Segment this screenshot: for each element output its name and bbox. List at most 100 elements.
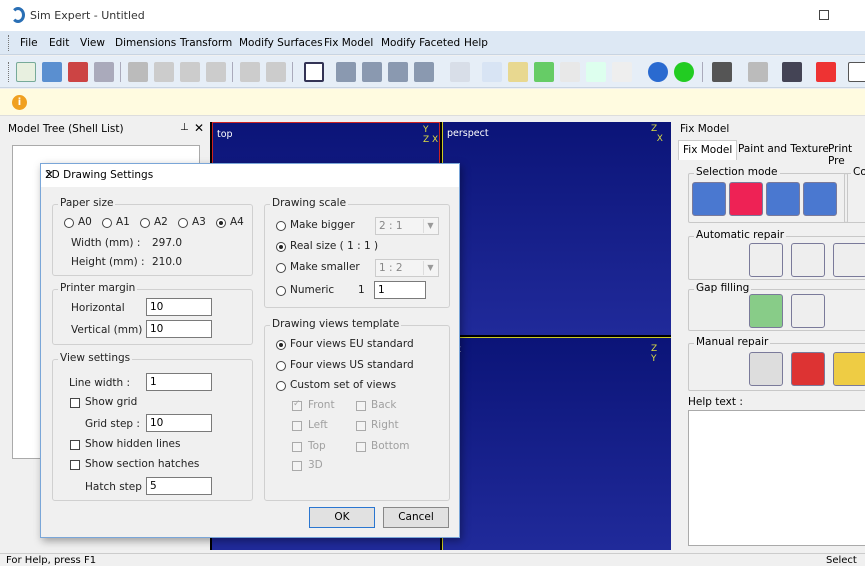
pan-icon[interactable] (482, 62, 502, 82)
redo-icon[interactable] (266, 62, 286, 82)
tab-print-prep[interactable]: Print Pre (824, 140, 865, 167)
grid-step-input[interactable]: 10 (146, 414, 212, 432)
save-icon[interactable] (94, 62, 114, 82)
repair-edges-icon[interactable] (833, 243, 865, 277)
radio-a4[interactable] (216, 218, 226, 228)
smaller-scale-value: 1 : 2 (379, 262, 403, 274)
radio-four-views-eu[interactable] (276, 340, 286, 350)
vertical-margin-input[interactable]: 10 (146, 320, 212, 338)
solid-sphere-icon[interactable] (674, 62, 694, 82)
viewport-perspective[interactable]: perspect Z X (442, 122, 671, 335)
horizontal-margin-input[interactable]: 10 (146, 298, 212, 316)
four-views-icon[interactable] (304, 62, 324, 82)
hex-icon[interactable] (782, 62, 802, 82)
zoom-fit-icon[interactable] (534, 62, 554, 82)
pin-icon[interactable]: ⊥ (180, 122, 189, 133)
top-label: Top (308, 440, 326, 452)
menu-view[interactable]: View (80, 37, 105, 49)
trash-icon[interactable] (749, 352, 783, 386)
radio-four-views-us[interactable] (276, 361, 286, 371)
view-side-icon[interactable] (362, 62, 382, 82)
viewport-side[interactable]: t ZY (442, 337, 671, 550)
menu-fix-model[interactable]: Fix Model (324, 37, 373, 49)
repair-green-cube-icon[interactable] (791, 243, 825, 277)
select-shell-icon[interactable] (803, 182, 837, 216)
cancel-button[interactable]: Cancel (383, 507, 449, 528)
undo-icon[interactable] (240, 62, 260, 82)
paste-icon[interactable] (180, 62, 200, 82)
menu-transform[interactable]: Transform (180, 37, 232, 49)
line-width-label: Line width : (69, 377, 131, 389)
radio-real-size[interactable] (276, 242, 286, 252)
tab-fix-model[interactable]: Fix Model (678, 140, 738, 160)
menu-modify-surfaces[interactable]: Modify Surfaces (239, 37, 323, 49)
view-iso-icon[interactable] (414, 62, 434, 82)
eye-icon[interactable] (450, 62, 470, 82)
view-top-icon[interactable] (388, 62, 408, 82)
hatch-step-input[interactable]: 5 (146, 477, 212, 495)
radio-a3[interactable] (178, 218, 188, 228)
menu-edit[interactable]: Edit (49, 37, 69, 49)
viewport-label: top (217, 129, 233, 140)
zoom-icon[interactable] (560, 62, 580, 82)
gap-fill-icon[interactable] (749, 294, 783, 328)
label-a1: A1 (116, 216, 130, 228)
status-bar: For Help, press F1 Select (0, 553, 865, 566)
ok-button[interactable]: OK (309, 507, 375, 528)
add-triangle-icon[interactable] (791, 352, 825, 386)
3d-checkbox[interactable] (292, 461, 302, 471)
import-icon[interactable] (68, 62, 88, 82)
dialog-close-icon[interactable]: ✕ (45, 169, 54, 181)
cut-icon[interactable] (128, 62, 148, 82)
radio-make-bigger[interactable] (276, 221, 286, 231)
hand-triangle-icon[interactable] (833, 352, 865, 386)
shaded-sphere-icon[interactable] (648, 62, 668, 82)
menu-help[interactable]: Help (464, 37, 488, 49)
line-width-input[interactable]: 1 (146, 373, 212, 391)
top-checkbox[interactable] (292, 442, 302, 452)
select-edge-icon[interactable] (766, 182, 800, 216)
close-icon[interactable] (848, 62, 865, 82)
menu-modify-faceted[interactable]: Modify Faceted (381, 37, 460, 49)
maximize-button[interactable] (819, 10, 829, 20)
open-icon[interactable] (42, 62, 62, 82)
new-file-icon[interactable] (16, 62, 36, 82)
back-checkbox[interactable] (356, 401, 366, 411)
radio-make-smaller[interactable] (276, 263, 286, 273)
label-a2: A2 (154, 216, 168, 228)
numeric-label: Numeric (290, 284, 335, 296)
copy-icon[interactable] (154, 62, 174, 82)
view-front-icon[interactable] (336, 62, 356, 82)
menu-file[interactable]: File (20, 37, 38, 49)
print-icon[interactable] (712, 62, 732, 82)
warning-icon[interactable] (816, 62, 836, 82)
radio-a1[interactable] (102, 218, 112, 228)
radio-a2[interactable] (140, 218, 150, 228)
show-section-hatches-checkbox[interactable] (70, 460, 80, 470)
right-checkbox[interactable] (356, 421, 366, 431)
gap-stitch-icon[interactable] (791, 294, 825, 328)
bottom-checkbox[interactable] (356, 442, 366, 452)
brush-icon[interactable] (206, 62, 226, 82)
front-checkbox[interactable] (292, 399, 302, 411)
select-surface-icon[interactable] (729, 182, 763, 216)
repair-cube-icon[interactable] (749, 243, 783, 277)
numeric-scale-input[interactable]: 1 (374, 281, 426, 299)
show-grid-checkbox[interactable] (70, 398, 80, 408)
select-glove-icon[interactable] (692, 182, 726, 216)
zoom-in-icon[interactable] (586, 62, 606, 82)
smaller-scale-select[interactable]: 1 : 2 ▼ (375, 259, 439, 277)
show-hidden-lines-checkbox[interactable] (70, 440, 80, 450)
zoom-out-icon[interactable] (612, 62, 632, 82)
zoom-window-icon[interactable] (508, 62, 528, 82)
radio-a0[interactable] (64, 218, 74, 228)
group-label: Paper size (58, 197, 116, 209)
close-panel-icon[interactable]: ✕ (194, 121, 204, 135)
bigger-scale-select[interactable]: 2 : 1 ▼ (375, 217, 439, 235)
radio-custom-views[interactable] (276, 381, 286, 391)
tab-paint-texture[interactable]: Paint and Texture (734, 140, 833, 160)
radio-numeric[interactable] (276, 286, 286, 296)
left-checkbox[interactable] (292, 421, 302, 431)
menu-dimensions[interactable]: Dimensions (115, 37, 176, 49)
layer-icon[interactable] (748, 62, 768, 82)
